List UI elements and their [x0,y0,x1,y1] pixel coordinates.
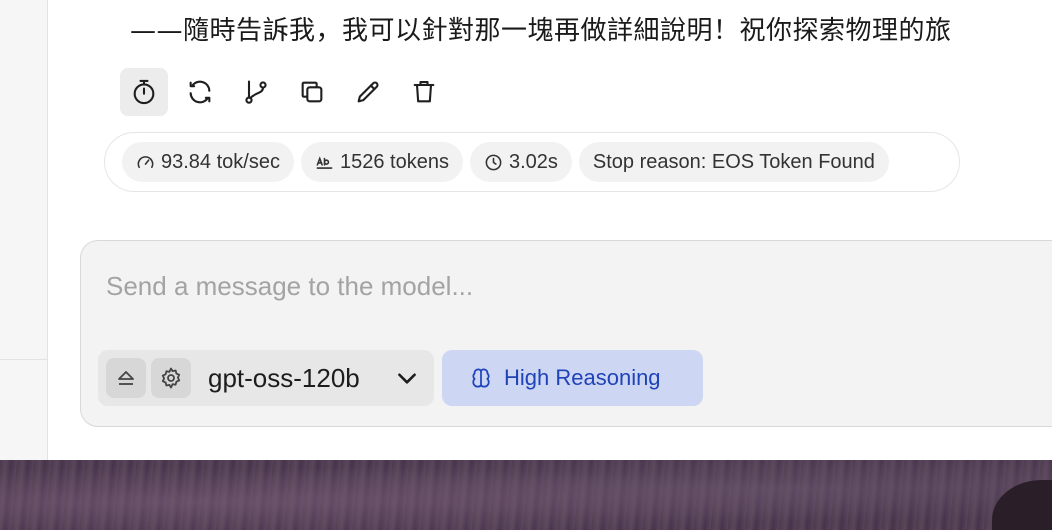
model-settings-button[interactable] [151,358,191,398]
refresh-icon [189,80,211,104]
text-tokens-icon [316,155,333,169]
brain-icon [472,368,490,388]
sidebar-edge [0,0,48,460]
eject-model-button[interactable] [106,358,146,398]
regenerate-button[interactable] [176,68,224,116]
speed-stat: 93.84 tok/sec [122,142,294,182]
generation-stats: 93.84 tok/sec 1526 tokens 3.02s Stop rea… [104,132,960,192]
edit-button[interactable] [344,68,392,116]
reasoning-level-button[interactable]: High Reasoning [442,350,703,406]
speed-value: 93.84 tok/sec [161,150,280,173]
message-input-placeholder[interactable]: Send a message to the model... [106,271,473,302]
reasoning-label: High Reasoning [504,365,661,390]
gauge-icon [137,155,154,168]
model-name[interactable]: gpt-oss-120b [208,363,360,394]
stop-reason-value: Stop reason: EOS Token Found [592,150,875,173]
message-composer[interactable]: Send a message to the model... gpt-oss-1… [80,240,1052,427]
stop-reason-stat: Stop reason: EOS Token Found [578,142,889,182]
time-stat: 3.02s [469,142,572,182]
time-value: 3.02s [508,150,558,173]
copy-button[interactable] [288,68,336,116]
message-actions [120,68,448,116]
clock-icon [485,154,502,170]
stopwatch-icon [133,79,155,105]
tokens-value: 1526 tokens [339,150,449,173]
wallpaper-rock [992,480,1052,530]
model-selector-group: gpt-oss-120b [98,350,434,406]
trash-icon [413,81,435,103]
eject-icon [118,371,134,385]
delete-button[interactable] [400,68,448,116]
assistant-message-text: ——隨時告訴我，我可以針對那一塊再做詳細說明！祝你探索物理的旅 [130,16,952,46]
desktop-wallpaper [0,460,1052,530]
branch-icon [245,80,267,104]
tokens-stat: 1526 tokens [300,142,463,182]
copy-icon [301,81,323,103]
sidebar-divider [0,359,47,360]
stopwatch-button[interactable] [120,68,168,116]
gear-icon [161,367,181,389]
chevron-down-icon[interactable] [394,365,420,391]
branch-button[interactable] [232,68,280,116]
pencil-icon [357,81,379,103]
